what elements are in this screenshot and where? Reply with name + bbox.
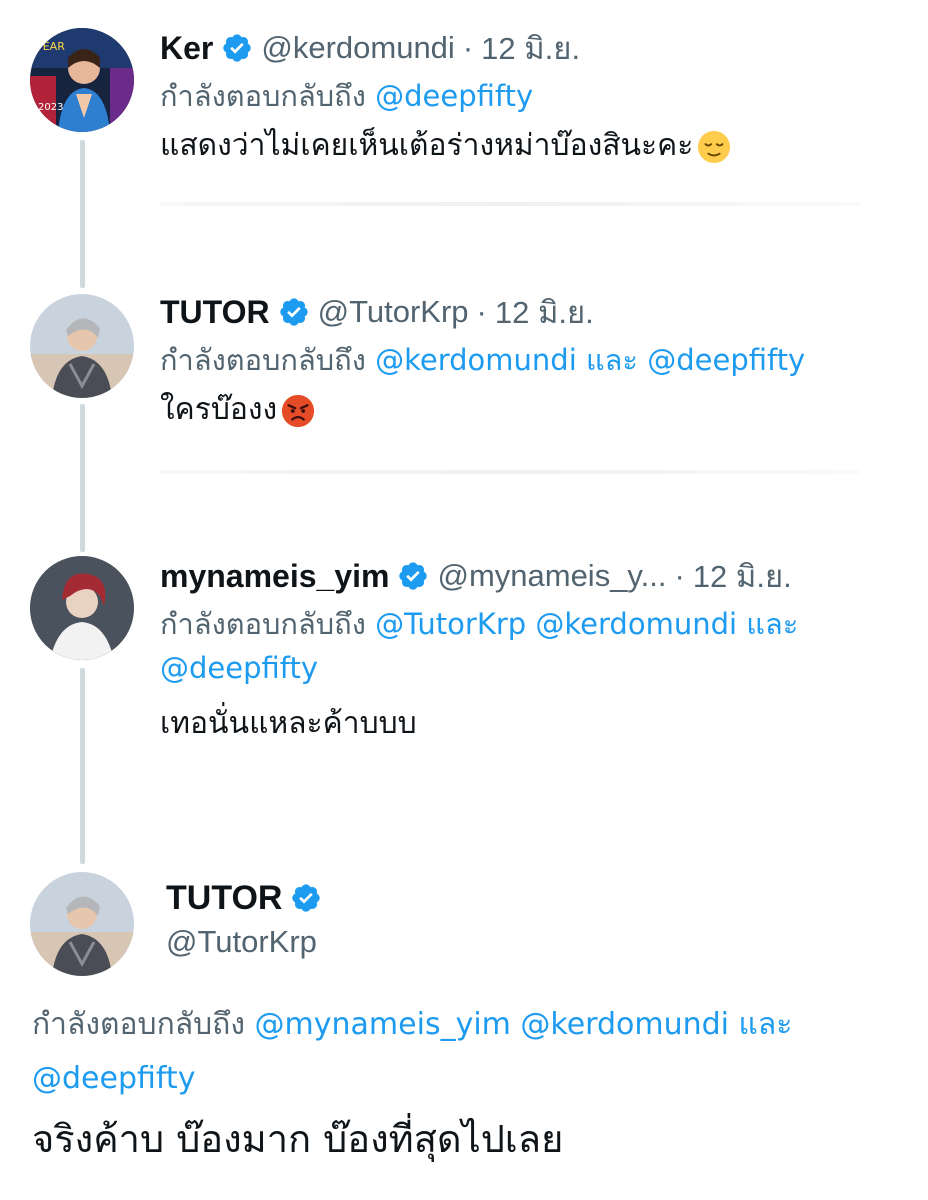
mention-link[interactable]: @deepfifty [375,79,533,113]
relieved-face-emoji-icon [697,130,731,164]
replying-to-label: กำลังตอบกลับถึง [32,1007,245,1042]
separator-dot: · [462,30,474,65]
tweet-text-body: ใครบ๊องง [160,392,278,427]
svg-text:YEAR: YEAR [35,40,65,53]
main-tweet-header: TUTOR @TutorKrp [166,878,330,960]
mention-link[interactable]: @kerdomundi และ @deepfifty [375,343,805,377]
display-name[interactable]: TUTOR [160,294,270,331]
faint-action-row [160,470,860,474]
replying-to: กำลังตอบกลับถึง @deepfifty [160,74,908,118]
user-handle[interactable]: @kerdomundi [261,30,454,66]
main-replying-to: กำลังตอบกลับถึง @mynameis_yim @kerdomund… [32,998,908,1106]
tweet-text: เทอนั่นแหละค้าบบบ [160,700,908,748]
tweet-header: mynameis_yim @mynameis_y... · 12 มิ.ย. [160,556,908,596]
tweet-text-body: แสดงว่าไม่เคยเห็นเต้อร่างหม่าบ๊องสินะคะ [160,128,694,163]
mention-link[interactable]: @mynameis_yim @kerdomundi และ [255,1007,793,1042]
display-name[interactable]: TUTOR [166,879,282,918]
avatar-ker[interactable]: YEAR 2023 [30,28,134,132]
thread-line-1 [80,140,85,288]
main-tweet-text: จริงค้าบ บ๊องมาก บ๊องที่สุดไปเลย [32,1117,564,1161]
tweet-header: Ker @kerdomundi · 12 มิ.ย. [160,28,908,68]
main-name-row: TUTOR [166,878,330,918]
tweet-header: TUTOR @TutorKrp · 12 มิ.ย. [160,292,908,332]
user-handle[interactable]: @TutorKrp [166,924,330,960]
tweet-date[interactable]: 12 มิ.ย. [481,23,580,73]
user-handle[interactable]: @mynameis_y... [437,558,666,594]
replying-to-label: กำลังตอบกลับถึง [160,79,366,113]
tweet-date[interactable]: 12 มิ.ย. [495,287,594,337]
svg-text:2023: 2023 [38,102,63,113]
verified-badge-icon [397,560,429,592]
user-handle[interactable]: @TutorKrp [318,294,469,330]
mention-link[interactable]: @TutorKrp @kerdomundi และ [375,607,798,641]
display-name[interactable]: Ker [160,30,213,67]
tweet-date[interactable]: 12 มิ.ย. [693,551,792,601]
verified-badge-icon [290,882,322,914]
mention-link[interactable]: @deepfifty [160,651,318,685]
replying-to-label: กำลังตอบกลับถึง [160,343,366,377]
verified-badge-icon [221,32,253,64]
separator-dot: · [476,294,487,329]
replying-to: กำลังตอบกลับถึง @kerdomundi และ @deepfif… [160,338,908,382]
replying-to-label: กำลังตอบกลับถึง [160,607,366,641]
tweet-text-body: เทอนั่นแหละค้าบบบ [160,706,417,741]
reply-mynameis-yim[interactable]: mynameis_yim @mynameis_y... · 12 มิ.ย. ก… [160,556,908,748]
avatar-tutor[interactable] [30,294,134,398]
faint-action-row [160,202,860,206]
display-name[interactable]: mynameis_yim [160,558,389,595]
thread-line-3 [80,668,85,864]
reply-tutor[interactable]: TUTOR @TutorKrp · 12 มิ.ย. กำลังตอบกลับถ… [160,292,908,434]
avatar-tutor-main[interactable] [30,872,134,976]
mention-link[interactable]: @deepfifty [32,1061,195,1096]
verified-badge-icon [278,296,310,328]
thread-line-2 [80,404,85,552]
replying-to: กำลังตอบกลับถึง @TutorKrp @kerdomundi แล… [160,602,908,690]
tweet-text: แสดงว่าไม่เคยเห็นเต้อร่างหม่าบ๊องสินะคะ [160,122,908,170]
separator-dot: · [674,558,685,593]
reply-ker[interactable]: Ker @kerdomundi · 12 มิ.ย. กำลังตอบกลับถ… [160,28,908,170]
avatar-mynameis-yim[interactable] [30,556,134,660]
tweet-text: ใครบ๊องง [160,386,908,434]
angry-face-emoji-icon [281,394,315,428]
